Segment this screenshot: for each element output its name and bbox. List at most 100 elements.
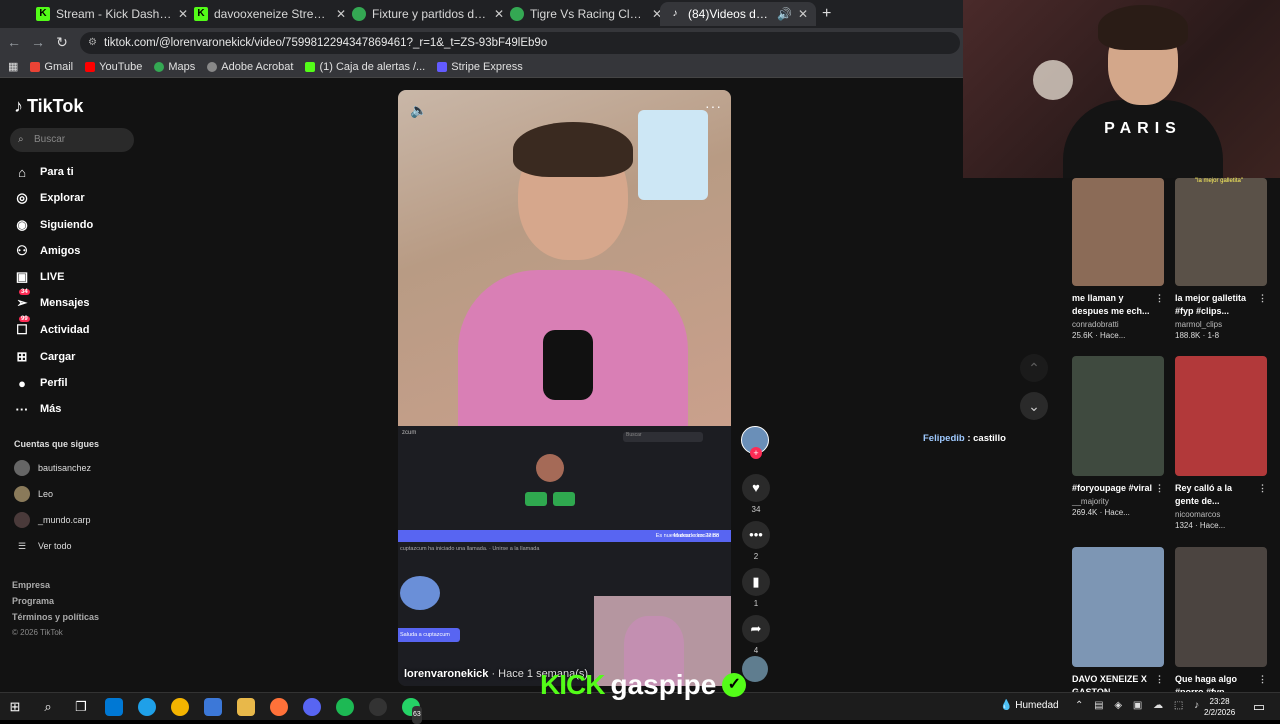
search-input[interactable]: ⌕ Buscar — [10, 128, 134, 152]
bookmark-maps[interactable]: Maps — [154, 61, 195, 73]
edge-icon[interactable] — [138, 698, 156, 716]
copilot-icon[interactable] — [105, 698, 123, 716]
whatsapp-icon[interactable]: 63 — [402, 698, 422, 724]
following-account[interactable]: Leo — [14, 485, 53, 503]
speaker-icon[interactable]: 🔊 — [777, 7, 792, 21]
store-icon[interactable] — [204, 698, 222, 716]
following-section-title: Cuentas que sigues — [14, 439, 100, 449]
address-bar[interactable]: ⚙ tiktok.com/@lorenvaronekick/video/7599… — [80, 32, 960, 54]
related-video[interactable]: Que haga algo #porro #fyp...⋮ — [1175, 547, 1267, 699]
clock-time: 23:28 — [1209, 697, 1230, 706]
discord-icon[interactable] — [303, 698, 321, 716]
footer-link-terms[interactable]: Términos y políticas — [12, 612, 99, 622]
comment-count: 2 — [753, 552, 759, 561]
firefox-icon[interactable] — [270, 698, 288, 716]
obs-icon[interactable] — [369, 698, 387, 716]
follow-plus-icon[interactable]: + — [750, 447, 762, 459]
system-tray[interactable]: ⌃ ▤ ◈ ▣ ☁ ⬚ ♪ — [1075, 700, 1203, 711]
heart-icon: ♥ — [742, 474, 770, 502]
related-video[interactable]: #foryoupage #viral ⋮ __majority 269.4K · … — [1072, 356, 1164, 517]
more-icon[interactable]: ⋮ — [1155, 482, 1164, 495]
browser-tab[interactable]: K davooxeneize Stream - Watch Live ✕ — [186, 2, 354, 26]
related-title: me llaman y despues me ech... — [1072, 293, 1150, 316]
like-button[interactable]: ♥ 34 — [740, 474, 772, 514]
chrome-icon[interactable] — [171, 698, 189, 716]
bookmark-stripe[interactable]: Stripe Express — [437, 61, 523, 73]
browser-tab[interactable]: K Stream - Kick Dashboard ✕ — [28, 2, 196, 26]
folder-icon[interactable] — [237, 698, 255, 716]
task-view-icon[interactable]: ❐ — [72, 698, 90, 716]
video-author[interactable]: lorenvaronekick — [404, 668, 488, 680]
windows-start-icon[interactable]: ⊞ — [6, 698, 24, 716]
clock[interactable]: 23:28 2/2/2026 — [1204, 696, 1235, 718]
close-icon[interactable]: ✕ — [798, 7, 808, 21]
tab-title: Stream - Kick Dashboard — [56, 7, 172, 21]
browser-tab[interactable]: Fixture y partidos de 07-02-2026 ✕ — [344, 2, 512, 26]
previous-video-button[interactable]: ⌃ — [1020, 354, 1048, 382]
nav-item-cargar[interactable]: ⊞ Cargar — [14, 347, 76, 367]
video-player[interactable]: 🔈 ··· zcum Buscar Es nuevo desde las 22:… — [398, 90, 731, 686]
save-button[interactable]: ▮ 1 — [740, 568, 772, 608]
bookmark-label: Maps — [168, 60, 196, 73]
bookmark-label: Stripe Express — [451, 60, 523, 73]
browser-tab-active[interactable]: ♪ (84)Videos de LORENVARONEKICK 🔊 ✕ — [660, 2, 816, 26]
apps-icon[interactable]: ▦ — [8, 60, 18, 73]
volume-icon[interactable]: 🔈 — [410, 102, 427, 119]
nav-item-siguiendo[interactable]: ◉ Siguiendo — [14, 215, 93, 235]
bookmark-label: (1) Caja de alertas /... — [319, 60, 426, 73]
nav-item-explorar[interactable]: ◎ Explorar — [14, 188, 84, 208]
nav-item-mensajes[interactable]: ➢ 34 Mensajes — [14, 289, 90, 313]
video-thumbnail — [1072, 356, 1164, 476]
site-info-icon[interactable]: ⚙ — [88, 32, 97, 54]
more-icon[interactable]: ⋮ — [1258, 482, 1267, 495]
related-video[interactable]: la mejor galletita #fyp #clips... ⋮ marmo… — [1175, 178, 1267, 340]
related-video[interactable]: DAVO XENEIZE X GASTON⋮ — [1072, 547, 1164, 699]
new-tab-button[interactable]: + — [822, 5, 831, 23]
list-icon: ☰ — [17, 540, 27, 551]
weather-label: Humedad — [1015, 700, 1059, 711]
nav-item-live[interactable]: ▣ LIVE — [14, 267, 65, 287]
bookmark-alerts[interactable]: (1) Caja de alertas /... — [305, 61, 425, 73]
nav-label: Actividad — [40, 324, 90, 336]
tiktok-logo[interactable]: ♪ TikTok — [14, 96, 83, 117]
next-video-button[interactable]: ⌄ — [1020, 392, 1048, 420]
back-button[interactable]: ← — [2, 34, 26, 50]
following-account[interactable]: _mundo.carp — [14, 511, 91, 529]
nav-item-mas[interactable]: ··· Más — [14, 399, 62, 419]
nav-item-perfil[interactable]: ● Perfil — [14, 373, 68, 393]
bookmark-label: Adobe Acrobat — [221, 60, 294, 73]
spotify-icon[interactable] — [336, 698, 354, 716]
search-icon[interactable]: ⌕ — [39, 698, 57, 716]
chevron-down-icon: ⌄ — [1028, 398, 1040, 414]
video-thumbnail — [1072, 178, 1164, 286]
bookmark-youtube[interactable]: YouTube — [85, 61, 142, 73]
see-all-link[interactable]: ☰ Ver todo — [14, 537, 72, 555]
notifications-icon[interactable]: ▭ — [1250, 698, 1268, 716]
following-account[interactable]: bautisanchez — [14, 459, 91, 477]
bookmark-adobe[interactable]: Adobe Acrobat — [207, 61, 293, 73]
chevron-up-icon: ⌃ — [1028, 360, 1040, 376]
nav-label: Perfil — [40, 377, 68, 389]
footer-link-empresa[interactable]: Empresa — [12, 580, 50, 590]
more-icon[interactable]: ⋮ — [1155, 292, 1164, 305]
tiktok-icon: ♪ — [14, 96, 23, 116]
related-video[interactable]: me llaman y despues me ech... ⋮ conradobr… — [1072, 178, 1164, 340]
related-video[interactable]: Rey calló a la gente de... ⋮ nicoomarcos … — [1175, 356, 1267, 530]
kick-icon — [305, 61, 316, 72]
reload-button[interactable]: ↻ — [50, 34, 74, 51]
more-icon[interactable]: ⋮ — [1258, 292, 1267, 305]
nav-item-amigos[interactable]: ⚇ Amigos — [14, 241, 80, 261]
more-options-icon[interactable]: ··· — [705, 98, 722, 114]
browser-tab[interactable]: Tigre Vs Racing Club - Alineaciones ✕ — [502, 2, 670, 26]
more-icon[interactable]: ⋮ — [1155, 673, 1164, 686]
comment-button[interactable]: ••• 2 — [740, 521, 772, 561]
bookmark-gmail[interactable]: Gmail — [30, 61, 73, 73]
nav-item-actividad[interactable]: ☐ 99 Actividad — [14, 316, 90, 340]
nav-item-para-ti[interactable]: ⌂ Para ti — [14, 162, 74, 182]
stream-chat-message: Felipedib : castillo — [923, 433, 1006, 444]
forward-button[interactable]: → — [26, 34, 50, 50]
more-icon[interactable]: ⋮ — [1258, 673, 1267, 686]
weather-widget[interactable]: 💧 Humedad — [1000, 700, 1059, 711]
footer-link-programa[interactable]: Programa — [12, 596, 54, 606]
share-button[interactable]: ➦ 4 — [740, 615, 772, 655]
